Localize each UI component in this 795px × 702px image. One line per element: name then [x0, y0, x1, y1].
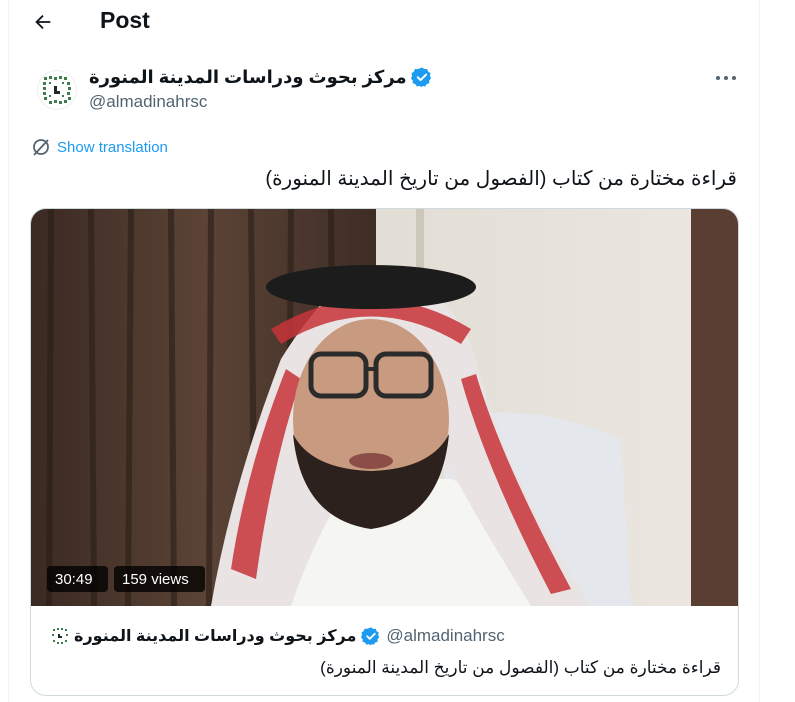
quote-author-name: مركز بحوث ودراسات المدينة المنورة [74, 628, 357, 645]
logo-icon [52, 628, 68, 644]
author-avatar[interactable] [37, 70, 77, 110]
verified-badge-icon [410, 66, 433, 88]
author-display-name[interactable]: مركز بحوث ودراسات المدينة المنورة [89, 67, 407, 88]
verified-badge-icon [361, 626, 381, 646]
video-views-badge: 159 views [114, 566, 205, 592]
author-handle[interactable]: @almadinahrsc [89, 92, 207, 112]
logo-icon [43, 76, 71, 104]
translate-icon [33, 139, 49, 156]
quoted-video-card[interactable]: 30:49 159 views مركز بحوث ودراسات المدين… [30, 208, 739, 696]
more-options-icon [716, 76, 736, 80]
more-options-button[interactable] [713, 66, 739, 90]
quote-author-avatar [51, 627, 69, 645]
quote-author-row: مركز بحوث ودراسات المدينة المنورة @almad… [51, 625, 505, 647]
back-button[interactable] [29, 8, 57, 36]
show-translation-label: Show translation [57, 138, 168, 156]
video-duration-badge: 30:49 [47, 566, 108, 592]
show-translation-link[interactable]: Show translation [31, 137, 168, 157]
quote-author-handle: @almadinahrsc [386, 626, 505, 645]
post-column: Post مركز بحوث ودراسات المدينة المنورة @… [8, 0, 760, 702]
author-name-row: مركز بحوث ودراسات المدينة المنورة [89, 64, 433, 90]
post-text: قراءة مختارة من كتاب (الفصول من تاريخ ال… [265, 168, 737, 190]
quote-text: قراءة مختارة من كتاب (الفصول من تاريخ ال… [320, 658, 721, 677]
page-title: Post [100, 7, 150, 33]
back-arrow-icon [35, 14, 51, 30]
video-thumbnail[interactable]: 30:49 159 views [31, 209, 738, 607]
post-header: Post [9, 0, 759, 44]
video-frame [31, 209, 738, 607]
